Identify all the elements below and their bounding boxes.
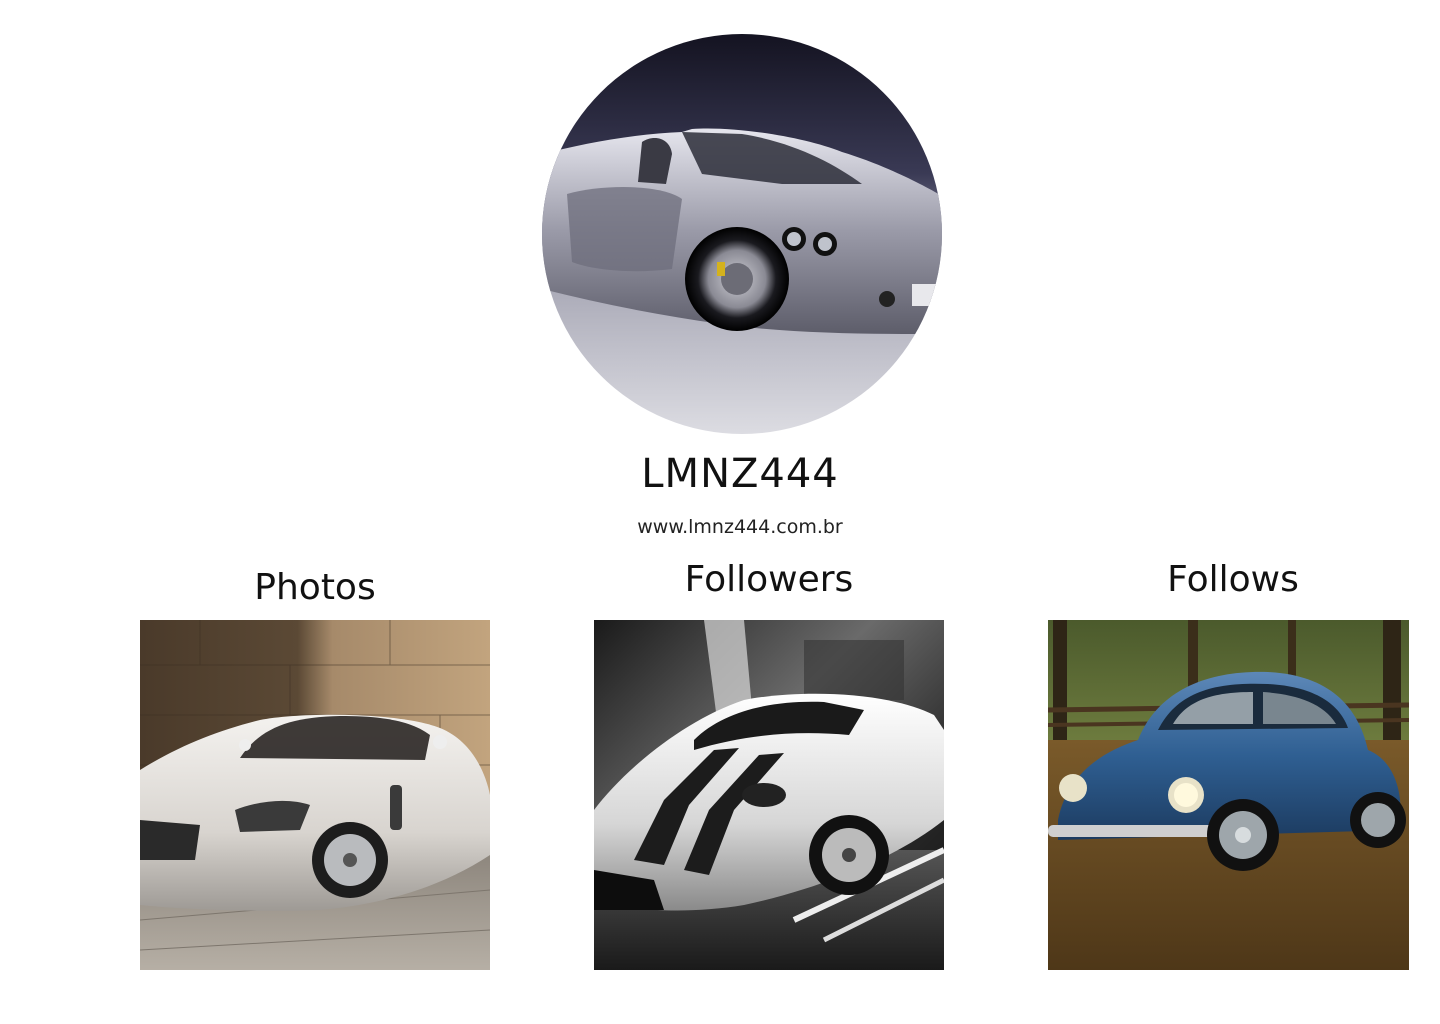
profile-avatar[interactable] [542, 34, 942, 434]
profile-website-link[interactable]: www.lmnz444.com.br [440, 514, 1040, 540]
followers-title[interactable]: Followers [594, 558, 944, 602]
photos-title[interactable]: Photos [140, 566, 490, 610]
convertible-sports-car-image [542, 34, 942, 434]
white-coupe-image [140, 620, 490, 970]
blue-beetle-image [1048, 620, 1409, 970]
followers-thumbnail[interactable] [594, 620, 944, 970]
follows-thumbnail[interactable] [1048, 620, 1409, 970]
photos-thumbnail[interactable] [140, 620, 490, 970]
follows-title[interactable]: Follows [1048, 558, 1418, 602]
profile-page: LMNZ444 www.lmnz444.com.br Photos Follow… [0, 0, 1440, 1024]
profile-username: LMNZ444 [641, 451, 839, 497]
black-white-racing-car-image [594, 620, 944, 970]
